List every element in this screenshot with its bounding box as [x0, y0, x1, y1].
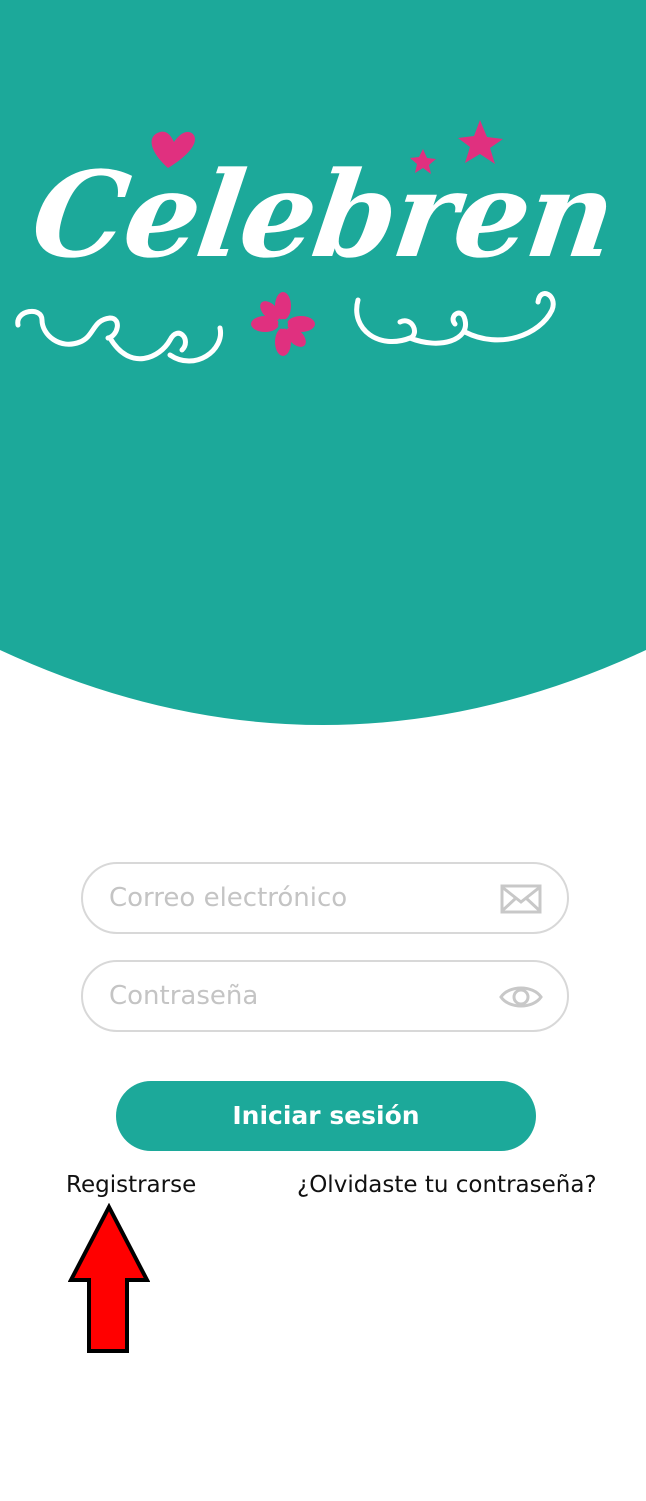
app-logo: Celebren [24, 145, 623, 284]
password-field[interactable] [81, 960, 569, 1032]
register-link[interactable]: Registrarse [66, 1172, 196, 1198]
email-field[interactable] [81, 862, 569, 934]
login-button[interactable]: Iniciar sesión [116, 1081, 536, 1151]
password-input[interactable] [109, 962, 489, 1030]
swirl-ornament [354, 291, 556, 346]
swirl-ornament [15, 308, 223, 364]
eye-icon[interactable] [499, 980, 543, 1014]
email-input[interactable] [109, 864, 489, 932]
login-screen: Celebren Iniciar sesión Registrarse ¿Olv… [0, 0, 646, 1501]
flower-icon [251, 292, 315, 356]
up-arrow-icon [68, 1203, 150, 1353]
forgot-password-link[interactable]: ¿Olvidaste tu contraseña? [297, 1172, 597, 1198]
envelope-icon [500, 884, 542, 914]
